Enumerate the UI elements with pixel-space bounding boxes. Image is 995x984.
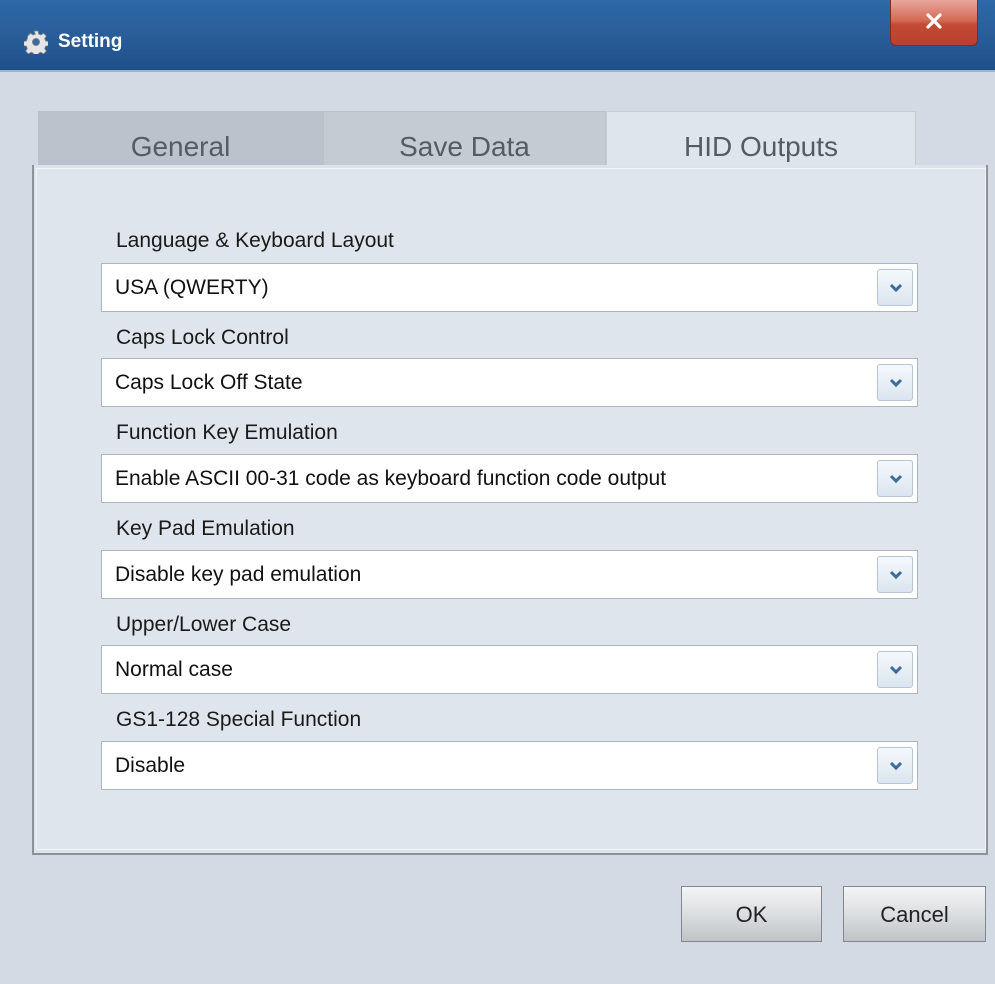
gear-icon (22, 30, 49, 57)
gs1-select[interactable]: Disable (101, 741, 918, 790)
key-pad-label: Key Pad Emulation (116, 517, 295, 540)
chevron-down-icon (889, 378, 903, 388)
tab-hid-outputs[interactable]: HID Outputs (606, 111, 916, 169)
cancel-button[interactable]: Cancel (843, 886, 986, 942)
case-value: Normal case (115, 658, 233, 681)
gs1-label: GS1-128 Special Function (116, 708, 362, 731)
dropdown-arrow-button[interactable] (877, 556, 913, 593)
tab-save-data[interactable]: Save Data (323, 111, 606, 166)
settings-window: Setting General Save Data HID Outputs La… (0, 0, 995, 984)
dropdown-arrow-button[interactable] (877, 651, 913, 688)
title-bar[interactable]: Setting (0, 0, 995, 72)
gs1-value: Disable (115, 754, 186, 777)
function-key-label: Function Key Emulation (116, 421, 338, 444)
case-select[interactable]: Normal case (101, 645, 918, 694)
caps-lock-label: Caps Lock Control (116, 326, 289, 349)
dropdown-arrow-button[interactable] (877, 460, 913, 497)
key-pad-value: Disable key pad emulation (115, 563, 362, 586)
chevron-down-icon (889, 283, 903, 293)
chevron-down-icon (889, 665, 903, 675)
dropdown-arrow-button[interactable] (877, 747, 913, 784)
language-layout-label: Language & Keyboard Layout (116, 229, 394, 252)
caps-lock-select[interactable]: Caps Lock Off State (101, 358, 918, 407)
dropdown-arrow-button[interactable] (877, 364, 913, 401)
key-pad-select[interactable]: Disable key pad emulation (101, 550, 918, 599)
close-icon (926, 13, 942, 29)
function-key-value: Enable ASCII 00-31 code as keyboard func… (115, 467, 667, 490)
tab-general[interactable]: General (38, 111, 323, 166)
dropdown-arrow-button[interactable] (877, 269, 913, 306)
chevron-down-icon (889, 761, 903, 771)
chevron-down-icon (889, 570, 903, 580)
chevron-down-icon (889, 474, 903, 484)
language-layout-select[interactable]: USA (QWERTY) (101, 263, 918, 312)
ok-button[interactable]: OK (681, 886, 822, 942)
caps-lock-value: Caps Lock Off State (115, 371, 303, 394)
case-label: Upper/Lower Case (116, 613, 292, 636)
language-layout-value: USA (QWERTY) (115, 276, 269, 299)
window-title: Setting (58, 31, 123, 52)
function-key-select[interactable]: Enable ASCII 00-31 code as keyboard func… (101, 454, 918, 503)
close-button[interactable] (890, 0, 978, 46)
